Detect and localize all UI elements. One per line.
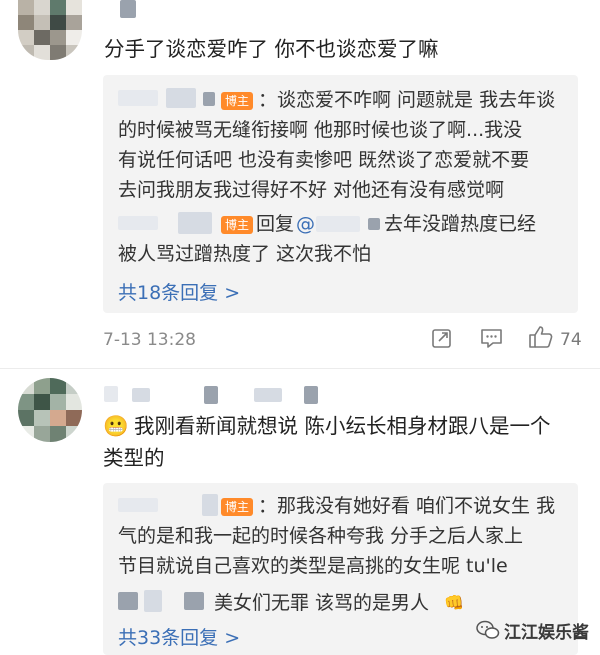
avatar[interactable]	[18, 0, 82, 60]
author-badge: 博主	[221, 92, 254, 110]
reply-word: 回复	[256, 213, 295, 235]
username[interactable]	[120, 0, 136, 18]
mention-name[interactable]	[316, 216, 360, 232]
emoji: 👊	[444, 593, 464, 612]
reply-author[interactable]	[118, 212, 218, 234]
more-replies-link[interactable]: 共18条回复 >	[118, 278, 240, 305]
comment-text: 我刚看新闻就想说 陈小纭长相身材跟八是一个	[134, 414, 551, 438]
username[interactable]	[104, 386, 334, 404]
mention-name[interactable]	[368, 218, 380, 230]
reply-text: 去年没蹭热度已经	[384, 213, 537, 235]
author-badge: 博主	[221, 216, 254, 234]
watermark-text: 江江娱乐酱	[504, 623, 589, 643]
comment-text: 分手了谈恋爱咋了 你不也谈恋爱了嘛	[104, 37, 439, 61]
avatar[interactable]	[18, 378, 82, 442]
reply-text: 美女们无罪 该骂的是男人	[214, 592, 430, 614]
author-badge: 博主	[221, 498, 254, 516]
reply-text: 的时候被骂无缝衔接啊 他那时候也谈了啊...我没	[118, 119, 523, 141]
mention-link[interactable]: @	[296, 209, 315, 239]
reply-author[interactable]	[118, 590, 208, 612]
more-replies-link[interactable]: 共33条回复 >	[118, 623, 240, 650]
share-icon[interactable]	[431, 327, 453, 349]
reply-text: 节目就说自己喜欢的类型是高挑的女生呢 tu'le	[118, 555, 508, 577]
reply-text: 被人骂过蹭热度了 这次我不怕	[118, 243, 372, 265]
like-icon[interactable]	[528, 325, 554, 349]
wechat-icon	[476, 620, 500, 640]
reply-author[interactable]	[118, 88, 218, 108]
reply-text: 气的是和我一起的时候各种夸我 分手之后人家上	[118, 525, 524, 547]
like-count: 74	[560, 330, 582, 350]
reply-text: 有说任何话吧 也没有卖惨吧 既然谈了恋爱就不要	[118, 149, 530, 171]
divider	[0, 368, 600, 369]
comment-time: 7-13 13:28	[103, 330, 196, 350]
emoji: 😬	[103, 414, 129, 438]
comment-icon[interactable]	[480, 327, 504, 349]
reply-author[interactable]	[118, 494, 218, 516]
reply-text: 去问我朋友我过得好不好 对他还有没有感觉啊	[118, 179, 505, 201]
reply-text: ：那我没有她好看 咱们不说女生 我	[258, 495, 556, 517]
comment-text: 类型的	[103, 446, 165, 470]
reply-text: ：谈恋爱不咋啊 问题就是 我去年谈	[258, 89, 556, 111]
